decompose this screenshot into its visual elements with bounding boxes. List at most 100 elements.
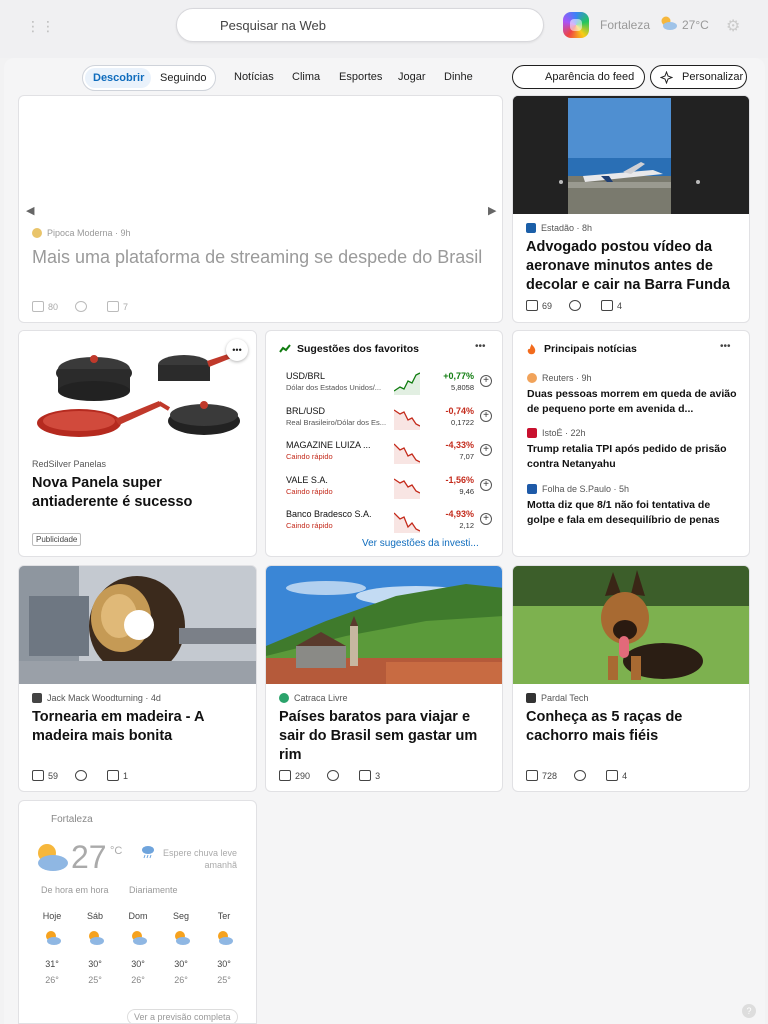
estadao-title[interactable]: Advogado postou vídeo da aeronave minuto… <box>526 238 744 295</box>
weather-card[interactable]: Fortaleza 27 °C Espere chuva leve amanhã… <box>18 800 257 1024</box>
panela-source: RedSilver Panelas <box>32 459 107 469</box>
ad-card-panela[interactable]: ••• RedSilver Panelas Nova Panela super … <box>18 330 257 557</box>
news-card-paises[interactable]: Catraca Livre Países baratos para viajar… <box>265 565 503 792</box>
forecast-day[interactable]: Dom 30° 26° <box>121 911 155 985</box>
add-stock-icon[interactable]: + <box>480 478 492 491</box>
caes-title[interactable]: Conheça as 5 raças de cachorro mais fiéi… <box>526 708 741 746</box>
top-news-more-icon[interactable]: ••• <box>720 341 731 352</box>
paises-title[interactable]: Países baratos para viajar e sair do Bra… <box>279 708 494 765</box>
full-forecast-link[interactable]: Ver a previsão completa <box>127 1009 238 1023</box>
top-news-item[interactable]: Reuters · 9h Duas pessoas morrem em qued… <box>527 373 739 417</box>
forecast-day[interactable]: Hoje 31° 26° <box>35 911 69 985</box>
caes-source: Pardal Tech <box>526 693 588 703</box>
madeira-title[interactable]: Tornearia em madeira - A madeira mais bo… <box>32 708 247 746</box>
dislike-icon[interactable] <box>326 770 339 781</box>
pipoca-logo-icon <box>32 228 42 238</box>
news-card-estadao[interactable]: Estadão · 8h Advogado postou vídeo da ae… <box>512 95 750 323</box>
day-label: Seg <box>172 911 189 921</box>
tab-daily[interactable]: Diariamente <box>129 885 178 895</box>
german-shepherd-image <box>513 566 749 684</box>
stock-change: -1,56% <box>445 474 474 485</box>
nav-jogar[interactable]: Jogar <box>398 71 426 83</box>
stocks-more-icon[interactable]: ••• <box>475 341 486 352</box>
like-icon[interactable] <box>32 770 44 781</box>
forecast-day[interactable]: Sáb 30° 25° <box>78 911 112 985</box>
nav-dinheiro[interactable]: Dinhe <box>444 71 473 83</box>
weather-widget[interactable]: Fortaleza 27°C <box>600 16 709 32</box>
top-news-item[interactable]: IstoÉ · 22h Trump retalia TPI após pedid… <box>527 428 739 472</box>
add-stock-icon[interactable]: + <box>480 409 492 422</box>
tab-descobrir[interactable]: Descobrir <box>93 72 144 84</box>
dislike-icon[interactable] <box>74 770 87 781</box>
search-box[interactable]: Pesquisar na Web <box>176 8 544 42</box>
day-low: 25° <box>88 975 102 985</box>
like-icon[interactable] <box>526 770 538 781</box>
like-icon[interactable] <box>526 300 538 311</box>
stock-change: -0,74% <box>445 405 474 416</box>
help-icon[interactable]: ? <box>742 1004 756 1018</box>
dislike-icon[interactable] <box>573 770 586 781</box>
top-news-item[interactable]: Folha de S.Paulo · 5h Motta diz que 8/1 … <box>527 484 739 528</box>
hero-title[interactable]: Mais uma plataforma de streaming se desp… <box>32 245 487 269</box>
forecast-day[interactable]: Seg 30° 26° <box>164 911 198 985</box>
madeira-source: Jack Mack Woodturning · 4d <box>32 693 161 703</box>
personalize-label: Personalizar <box>682 71 744 83</box>
nav-noticias[interactable]: Notícias <box>234 71 274 83</box>
hero-comments: 7 <box>123 302 129 312</box>
reuters-logo-icon <box>527 373 537 383</box>
stock-name: MAGAZINE LUIZA ... <box>286 440 371 450</box>
stock-change: -4,33% <box>445 440 474 450</box>
like-icon[interactable] <box>32 301 44 312</box>
forecast-day[interactable]: Ter 30° 25° <box>207 911 241 985</box>
tab-hourly[interactable]: De hora em hora <box>41 885 109 895</box>
personalize-button[interactable]: Personalizar <box>650 65 747 89</box>
search-placeholder: Pesquisar na Web <box>220 18 326 33</box>
like-icon[interactable] <box>279 770 291 781</box>
stock-row[interactable]: BRL/USD Real Brasileiro/Dólar dos Es... -0… <box>286 405 492 440</box>
add-stock-icon[interactable]: + <box>480 513 492 525</box>
add-stock-icon[interactable]: + <box>480 444 492 456</box>
comment-icon[interactable] <box>359 770 372 781</box>
nav-esportes[interactable]: Esportes <box>339 71 382 83</box>
day-high: 30° <box>174 959 188 969</box>
news-card-caes[interactable]: Pardal Tech Conheça as 5 raças de cachor… <box>512 565 750 792</box>
paises-reactions: 290 3 <box>279 770 380 781</box>
copilot-icon[interactable] <box>563 12 589 38</box>
news-headline: Trump retalia TPI após pedido de prisão … <box>527 443 727 470</box>
news-card-madeira[interactable]: Jack Mack Woodturning · 4d Tornearia em … <box>18 565 257 792</box>
stock-row[interactable]: VALE S.A. Caindo rápido -1,56% 9,46 + <box>286 474 492 509</box>
settings-icon[interactable]: ⚙ <box>726 16 740 36</box>
apps-grid-icon[interactable]: ⋮⋮ <box>26 18 56 35</box>
next-arrow-icon[interactable]: ▶ <box>488 204 496 217</box>
weather-city: Fortaleza <box>51 814 93 825</box>
dislike-icon[interactable] <box>74 301 87 312</box>
more-options-button[interactable]: ••• <box>226 339 248 361</box>
comment-icon[interactable] <box>107 770 120 781</box>
comment-icon[interactable] <box>606 770 619 781</box>
flame-icon <box>527 344 536 355</box>
caes-comments: 4 <box>622 771 628 781</box>
dislike-icon[interactable] <box>568 300 581 311</box>
nav-clima[interactable]: Clima <box>292 71 320 83</box>
comment-icon[interactable] <box>601 300 614 311</box>
folha-logo-icon <box>527 484 537 494</box>
day-high: 31° <box>45 959 59 969</box>
feed-appearance-label: Aparência do feed <box>545 71 635 83</box>
comment-icon[interactable] <box>107 301 120 312</box>
feed-appearance-button[interactable]: Aparência do feed <box>512 65 645 89</box>
cookware-image <box>19 331 256 449</box>
top-news-title: Principais notícias <box>544 343 637 355</box>
add-stock-icon[interactable]: + <box>480 375 492 387</box>
stock-name: VALE S.A. <box>286 474 328 485</box>
tab-seguindo[interactable]: Seguindo <box>160 72 207 84</box>
estadao-comments: 4 <box>617 301 623 311</box>
stock-value: 5,8058 <box>451 383 474 392</box>
stock-name: Banco Bradesco S.A. <box>286 509 372 519</box>
hero-card[interactable]: ◀ ▶ Pipoca Moderna · 9h Mais uma platafo… <box>18 95 503 323</box>
stocks-link[interactable]: Ver sugestões da investi... <box>362 538 479 549</box>
stock-row[interactable]: MAGAZINE LUIZA ... Caindo rápido -4,33% 7,0… <box>286 440 492 474</box>
stock-name: BRL/USD <box>286 405 326 416</box>
prev-arrow-icon[interactable]: ◀ <box>26 204 34 217</box>
stock-row[interactable]: USD/BRL Dólar dos Estados Unidos/... +0,77… <box>286 371 492 405</box>
panela-title[interactable]: Nova Panela super antiaderente é sucesso <box>32 474 242 512</box>
